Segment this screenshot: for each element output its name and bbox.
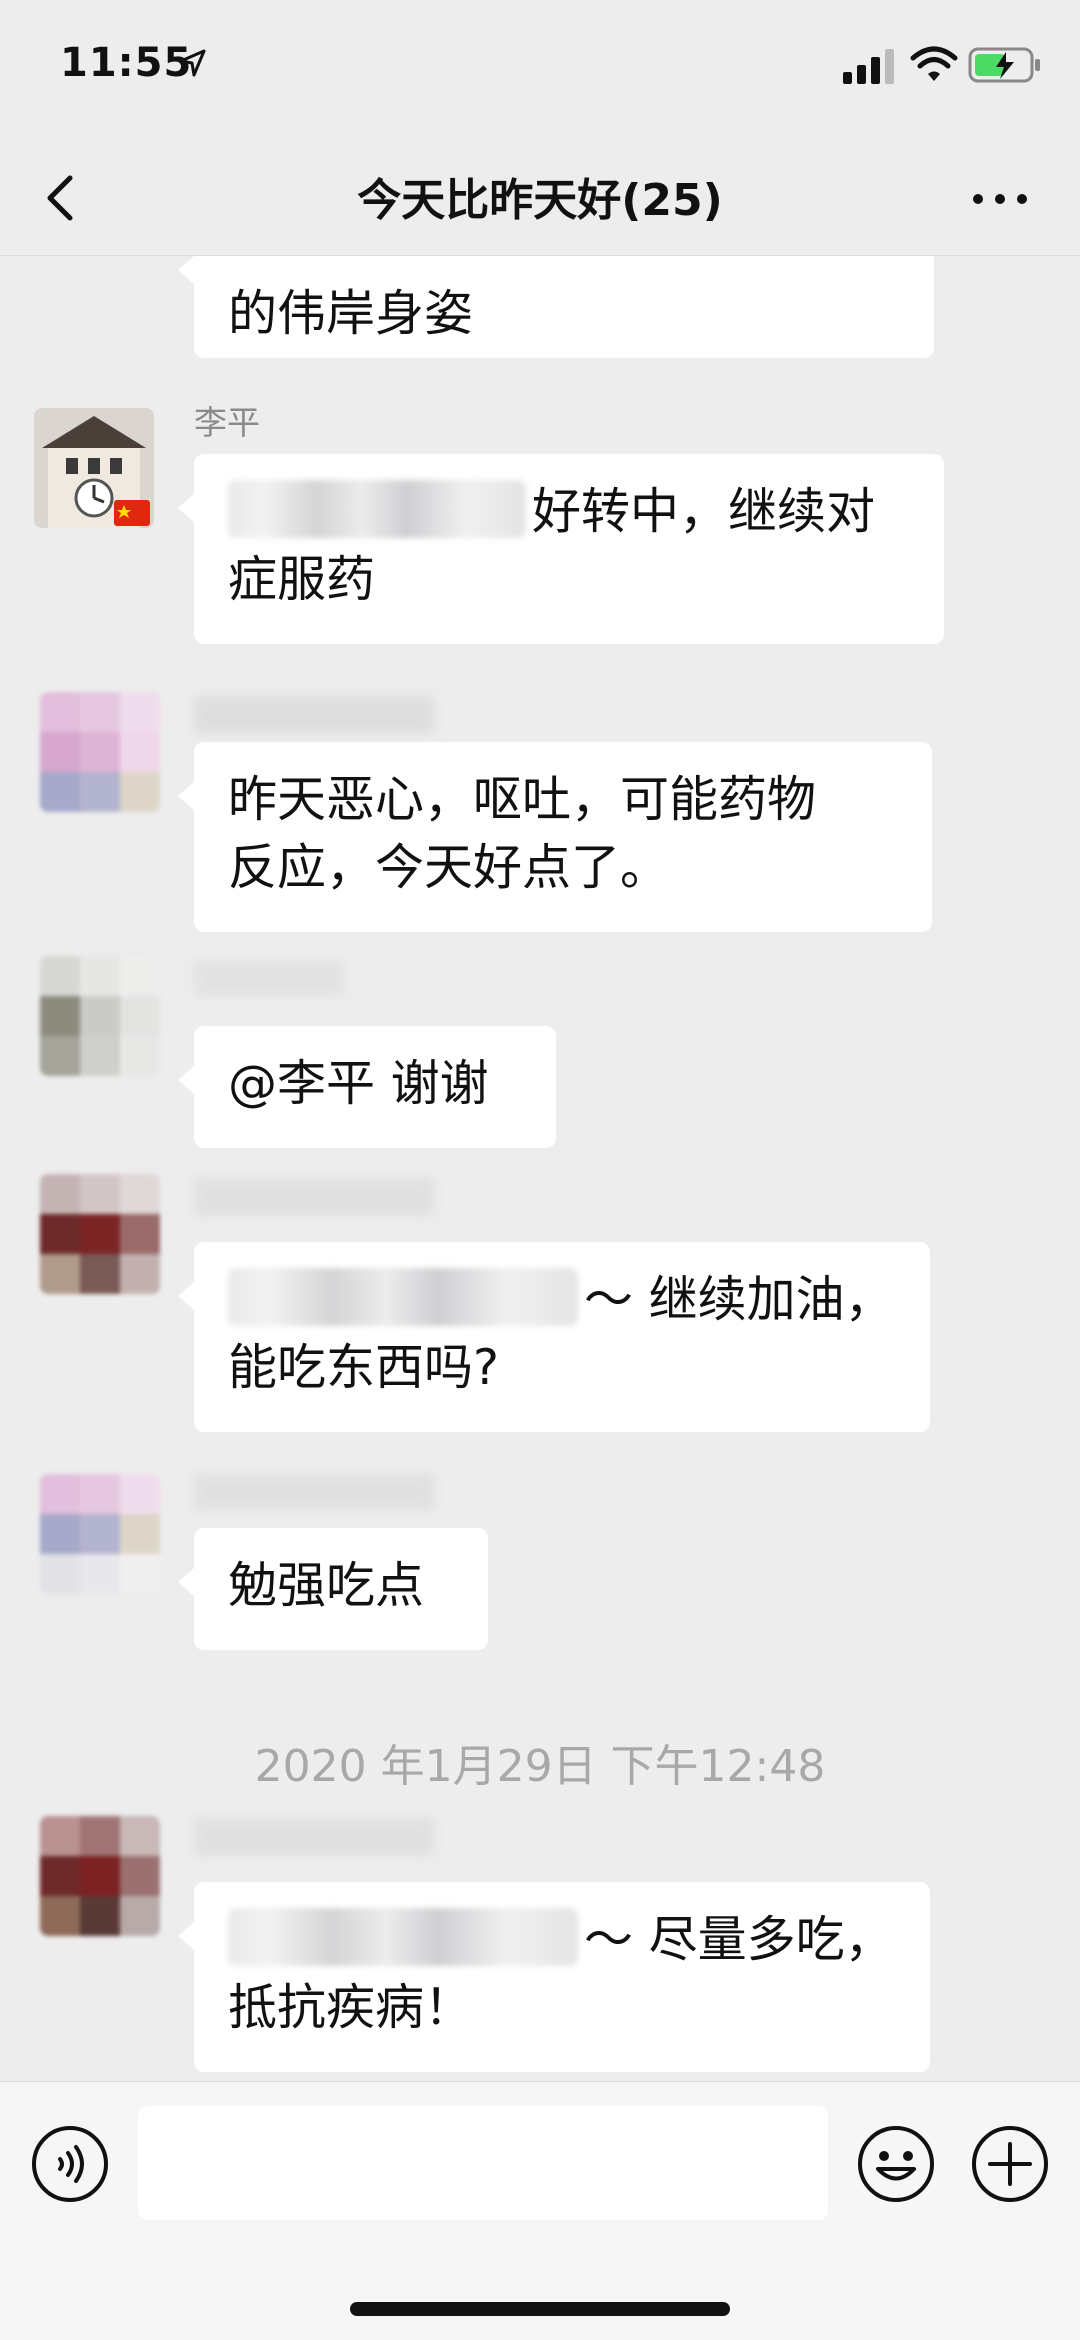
avatar[interactable]: [34, 408, 154, 528]
home-indicator[interactable]: [350, 2302, 730, 2316]
avatar[interactable]: [40, 956, 160, 1076]
status-bar: 11:55: [0, 0, 1080, 140]
pixelated-avatar-icon: [40, 1174, 160, 1294]
pixelated-avatar-icon: [40, 1474, 160, 1594]
cellular-signal-icon: [843, 49, 894, 84]
voice-input-icon[interactable]: [30, 2124, 110, 2204]
avatar[interactable]: [40, 1816, 160, 1936]
avatar[interactable]: [40, 692, 160, 812]
message-bubble[interactable]: 好转中，继续对 症服药: [178, 454, 944, 644]
message-text: 好转中，继续对: [532, 483, 876, 540]
redacted-text: [228, 1268, 578, 1326]
message-text: 症服药: [228, 551, 376, 608]
message-list[interactable]: 的伟岸身姿 李平 好转中，继续对 症服药 昨天恶心，呕吐，可能药物 反应，今天好…: [0, 256, 1080, 2081]
message-text: @李平 谢谢: [228, 1055, 489, 1112]
battery-charging-icon: [968, 47, 1040, 83]
chat-title: 今天比昨天好(25): [357, 175, 723, 226]
message-text: 昨天恶心，呕吐，可能药物: [228, 771, 817, 828]
sender-name-redacted: [194, 1178, 434, 1216]
message-text: ～ 继续加油，: [584, 1271, 894, 1328]
sender-name-redacted: [194, 1474, 434, 1510]
emoji-icon[interactable]: [856, 2124, 936, 2204]
sender-name: 李平: [194, 403, 260, 442]
message-bubble[interactable]: ～ 继续加油， 能吃东西吗?: [178, 1242, 930, 1432]
message-text: ～ 尽量多吃，: [584, 1911, 894, 1968]
message-text: 抵抗疾病！: [228, 1979, 474, 2036]
message-bubble[interactable]: 的伟岸身姿: [178, 256, 934, 358]
message-bubble[interactable]: ～ 尽量多吃， 抵抗疾病！: [178, 1882, 930, 2072]
message-text: 的伟岸身姿: [228, 285, 474, 342]
message-bubble[interactable]: @李平 谢谢: [178, 1026, 556, 1148]
plus-circle-icon[interactable]: [970, 2124, 1050, 2204]
message-text: 反应，今天好点了。: [228, 839, 670, 896]
status-time: 11:55: [60, 40, 193, 86]
date-separator: 2020 年1月29日 下午12:48: [254, 1741, 826, 1792]
pixelated-avatar-icon: [40, 692, 160, 812]
avatar[interactable]: [40, 1474, 160, 1594]
message-bubble[interactable]: 昨天恶心，呕吐，可能药物 反应，今天好点了。: [178, 742, 932, 932]
sender-name-redacted: [194, 1818, 434, 1856]
pixelated-avatar-icon: [40, 1816, 160, 1936]
location-arrow-icon: [179, 49, 206, 77]
redacted-text: [228, 1908, 578, 1966]
message-text: 能吃东西吗?: [228, 1339, 500, 1396]
wifi-icon: [910, 46, 958, 81]
message-input[interactable]: [138, 2106, 828, 2220]
redacted-text: [228, 480, 526, 538]
more-dots-icon[interactable]: [968, 174, 1032, 224]
clock-house-avatar-icon: [34, 408, 154, 528]
input-bar: [0, 2081, 1080, 2340]
pixelated-avatar-icon: [40, 956, 160, 1076]
chat-header: 今天比昨天好(25): [0, 140, 1080, 256]
message-text: 勉强吃点: [228, 1557, 425, 1614]
avatar[interactable]: [40, 1174, 160, 1294]
sender-name-redacted: [194, 960, 344, 996]
message-bubble[interactable]: 勉强吃点: [178, 1528, 488, 1650]
sender-name-redacted: [194, 696, 434, 734]
